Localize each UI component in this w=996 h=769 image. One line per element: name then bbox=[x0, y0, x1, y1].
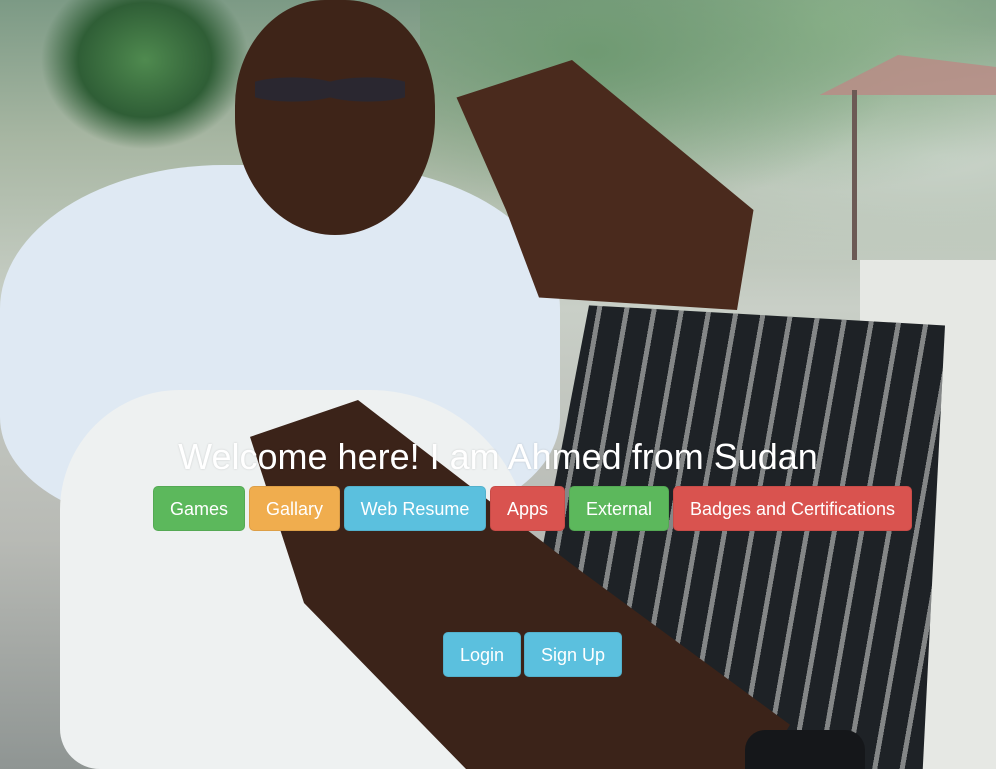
signup-button[interactable]: Sign Up bbox=[524, 632, 622, 677]
background-tree bbox=[40, 0, 250, 150]
badges-certifications-button[interactable]: Badges and Certifications bbox=[673, 486, 912, 531]
gallary-button[interactable]: Gallary bbox=[249, 486, 340, 531]
external-button[interactable]: External bbox=[569, 486, 669, 531]
page-title: Welcome here! I am Ahmed from Sudan bbox=[178, 436, 818, 477]
games-button[interactable]: Games bbox=[153, 486, 245, 531]
background-sunglasses bbox=[255, 62, 405, 117]
login-button[interactable]: Login bbox=[443, 632, 521, 677]
web-resume-button[interactable]: Web Resume bbox=[344, 486, 486, 531]
background-head bbox=[235, 0, 435, 235]
background-umbrella-pole bbox=[852, 90, 857, 260]
background-shoe bbox=[745, 730, 865, 769]
apps-button[interactable]: Apps bbox=[490, 486, 565, 531]
